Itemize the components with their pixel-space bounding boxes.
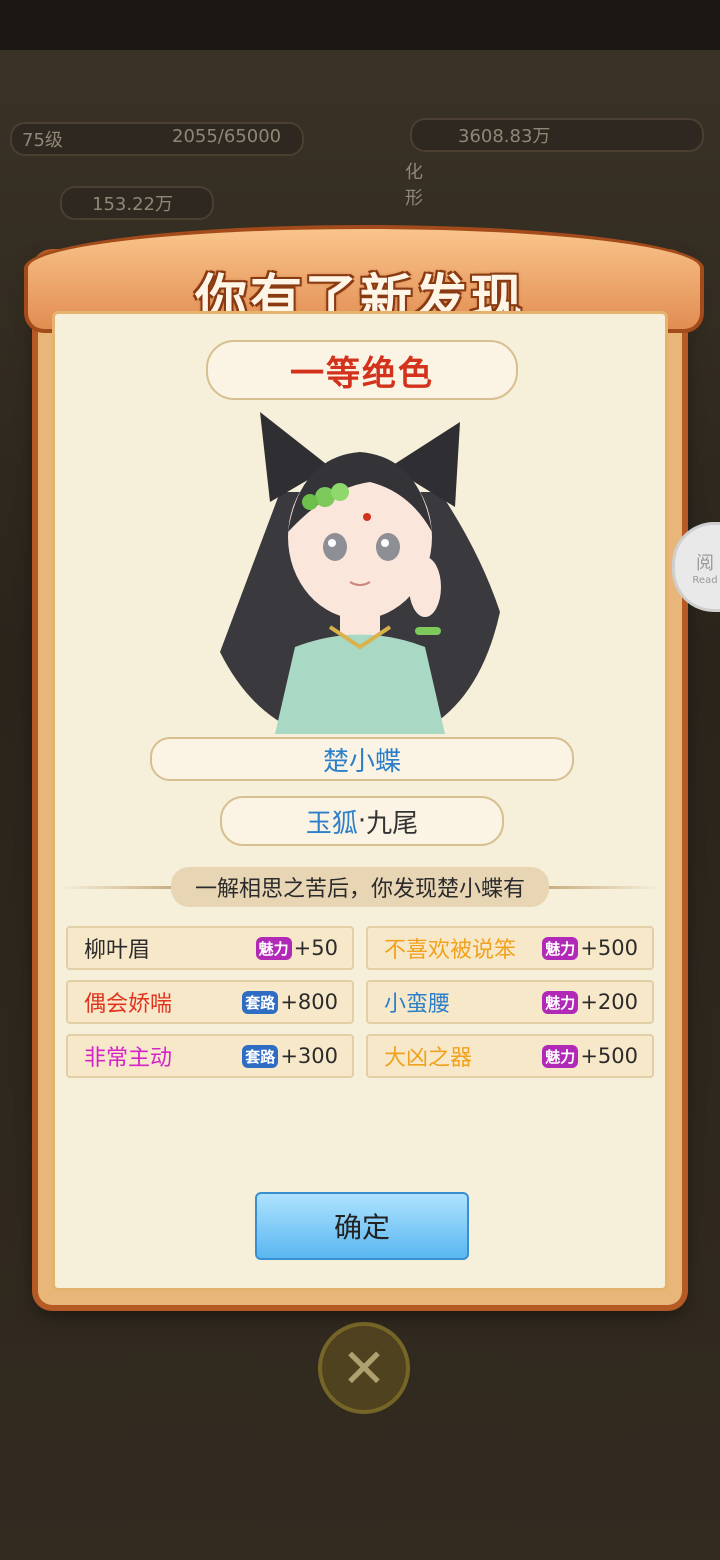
- race-primary: 玉狐: [305, 808, 358, 839]
- race-secondary: 九尾: [366, 808, 419, 839]
- trait-label: 非常主动: [84, 1046, 173, 1071]
- discover-line: 一解相思之苦后，你发现楚小蝶有: [60, 867, 661, 907]
- trait-item: 柳叶眉 魅力 +50: [66, 926, 354, 970]
- character-name: 楚小蝶: [150, 737, 574, 781]
- trait-label: 不喜欢被说笨: [384, 938, 517, 963]
- trait-label: 小蛮腰: [384, 992, 451, 1017]
- rank-label: 一等绝色: [206, 340, 518, 400]
- exp-text: 2055/65000: [172, 126, 282, 147]
- form-text: 化形: [405, 162, 423, 209]
- trait-bonus-value: +50: [293, 936, 338, 960]
- trait-bonus-value: +300: [280, 1044, 338, 1068]
- charm-icon: 魅力: [542, 936, 579, 960]
- trait-bonus: 魅力 +500: [542, 936, 638, 960]
- trait-bonus-value: +800: [280, 990, 338, 1014]
- trait-label: 柳叶眉: [84, 938, 151, 963]
- trait-item: 小蛮腰 魅力 +200: [366, 980, 654, 1024]
- power-bar: [410, 118, 704, 152]
- level-text: 75级: [22, 130, 63, 151]
- coins-text: 153.22万: [92, 194, 173, 215]
- close-icon[interactable]: ✕: [318, 1322, 410, 1414]
- skill-icon: 套路: [242, 1044, 279, 1068]
- trait-label: 大凶之器: [384, 1046, 473, 1071]
- reader-badge-label: Read: [692, 574, 718, 586]
- divider-left: [60, 885, 171, 889]
- trait-item: 不喜欢被说笨 魅力 +500: [366, 926, 654, 970]
- trait-bonus: 魅力 +200: [542, 990, 638, 1014]
- trait-item: 非常主动 套路 +300: [66, 1034, 354, 1078]
- race-separator: ·: [357, 806, 367, 836]
- character-portrait: [220, 412, 500, 734]
- trait-bonus-value: +500: [580, 1044, 638, 1068]
- trait-bonus: 套路 +800: [242, 990, 338, 1014]
- trait-bonus: 套路 +300: [242, 1044, 338, 1068]
- trait-grid: 柳叶眉 魅力 +50 不喜欢被说笨 魅力 +500 偶会娇喘 套路 +800 小蛮腰 魅力 +200 非…: [66, 926, 654, 1078]
- power-text: 3608.83万: [458, 126, 551, 147]
- skill-icon: 套路: [242, 990, 279, 1014]
- trait-bonus: 魅力 +50: [255, 936, 338, 960]
- charm-icon: 魅力: [542, 990, 579, 1014]
- trait-label: 偶会娇喘: [84, 992, 173, 1017]
- trait-item: 偶会娇喘 套路 +800: [66, 980, 354, 1024]
- divider-right: [549, 885, 661, 889]
- confirm-button[interactable]: 确定: [255, 1192, 469, 1260]
- trait-bonus-value: +200: [580, 990, 638, 1014]
- trait-item: 大凶之器 魅力 +500: [366, 1034, 654, 1078]
- discover-text: 一解相思之苦后，你发现楚小蝶有: [171, 867, 550, 907]
- charm-icon: 魅力: [255, 936, 292, 960]
- charm-icon: 魅力: [542, 1044, 579, 1068]
- character-race: 玉狐 · 九尾: [220, 796, 504, 846]
- trait-bonus-value: +500: [580, 936, 638, 960]
- trait-bonus: 魅力 +500: [542, 1044, 638, 1068]
- reader-badge-glyph: 阅: [696, 552, 714, 574]
